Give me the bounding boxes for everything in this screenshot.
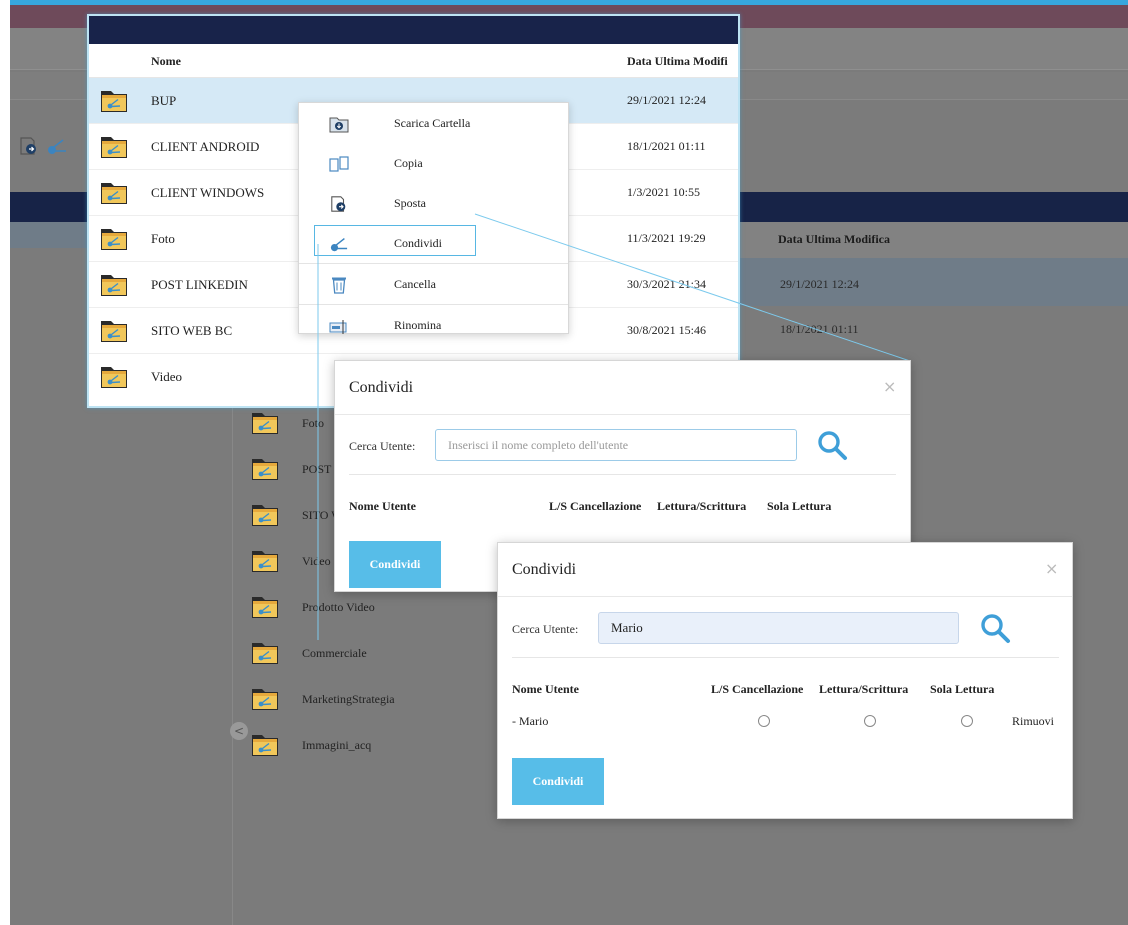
accent-line [10, 0, 1128, 5]
share-button[interactable]: Condividi [512, 758, 604, 805]
search-icon[interactable] [815, 428, 849, 462]
column-header-user: Nome Utente [349, 499, 416, 513]
folder-date: 30/8/2021 15:46 [627, 323, 707, 337]
close-icon[interactable]: × [883, 377, 896, 396]
menu-item-label: Scarica Cartella [394, 116, 471, 130]
share-icon[interactable] [46, 136, 68, 156]
shared-folder-icon [250, 501, 280, 529]
menu-item-rename[interactable]: Rinomina [299, 305, 568, 345]
search-user-input[interactable] [435, 429, 797, 461]
column-header-read-write: Lettura/Scrittura [819, 682, 909, 696]
folder-date: 30/3/2021 21:34 [627, 277, 707, 291]
search-icon[interactable] [978, 611, 1012, 645]
read-only-radio[interactable] [961, 715, 973, 727]
menu-item-label: Condividi [394, 236, 443, 250]
column-header-ls-delete: L/S Cancellazione [549, 499, 642, 513]
dialog-header: Condividi × [335, 361, 910, 415]
shared-folder-icon [250, 409, 280, 437]
folder-name: CLIENT WINDOWS [151, 185, 265, 200]
folder-date: 1/3/2021 10:55 [627, 185, 701, 199]
shared-folder-icon [250, 547, 280, 575]
column-header-date[interactable]: Data Ultima Modifi [627, 54, 740, 69]
shared-folder-icon [250, 593, 280, 621]
folder-name: CLIENT ANDROID [151, 139, 260, 154]
shared-folder-icon [250, 731, 280, 759]
folder-date: 11/3/2021 19:29 [627, 231, 706, 245]
list-item-label: Immagini_acq [302, 737, 372, 752]
download-folder-icon [329, 117, 349, 133]
share-icon [329, 235, 349, 253]
list-item-label: Video [302, 553, 331, 568]
read-write-radio[interactable] [864, 715, 876, 727]
move-icon[interactable] [18, 136, 40, 156]
folder-name: BUP [151, 93, 177, 108]
shared-folder-icon [250, 685, 280, 713]
list-item-label: Foto [302, 415, 325, 430]
file-row-date: 29/1/2021 12:24 [780, 277, 860, 291]
shared-folder-icon [250, 455, 280, 483]
shared-folder-icon [99, 179, 129, 207]
shared-folder-icon [99, 317, 129, 345]
rename-icon [329, 320, 347, 334]
folder-name: SITO WEB BC [151, 323, 233, 338]
divider [512, 657, 1059, 658]
menu-item-label: Rinomina [394, 318, 442, 332]
shared-folder-icon [99, 87, 129, 115]
remove-user-link[interactable]: Rimuovi [1012, 714, 1054, 729]
context-menu: Scarica Cartella Copia Sposta Condividi … [298, 102, 569, 334]
menu-item-copy[interactable]: Copia [299, 143, 568, 183]
menu-item-share[interactable]: Condividi [299, 223, 568, 263]
folder-table-header: Nome Data Ultima Modifi [89, 44, 738, 78]
toolbar [18, 136, 68, 156]
folder-date: 29/1/2021 12:24 [627, 93, 707, 107]
search-user-label: Cerca Utente: [349, 439, 416, 453]
dialog-title: Condividi [349, 379, 414, 396]
menu-item-download[interactable]: Scarica Cartella [299, 103, 568, 143]
collapse-sidebar-button[interactable]: < [230, 722, 248, 740]
ls-delete-radio[interactable] [758, 715, 770, 727]
copy-icon [329, 156, 349, 172]
search-user-input[interactable] [598, 612, 959, 644]
folder-name: Foto [151, 231, 175, 246]
column-header-date: Data Ultima Modifica [778, 232, 890, 246]
shared-folder-icon [99, 225, 129, 253]
share-dialog-with-user: Condividi × Cerca Utente: Nome Utente L/… [497, 542, 1073, 819]
column-header-user: Nome Utente [512, 682, 579, 696]
file-row-date: 18/1/2021 01:11 [780, 322, 859, 336]
dialog-header: Condividi × [498, 543, 1072, 597]
folder-date: 18/1/2021 01:11 [627, 139, 706, 153]
column-header-ls-delete: L/S Cancellazione [711, 682, 804, 696]
column-header-read-only: Sola Lettura [930, 682, 995, 696]
shared-user-name: - Mario [512, 714, 549, 728]
shared-folder-icon [250, 639, 280, 667]
list-item-label: MarketingStrategia [302, 691, 395, 706]
trash-icon [332, 277, 346, 294]
menu-item-delete[interactable]: Cancella [299, 264, 568, 304]
list-item-label: Prodotto Video [302, 599, 375, 614]
close-icon[interactable]: × [1045, 559, 1058, 578]
shared-folder-icon [99, 271, 129, 299]
menu-item-label: Sposta [394, 196, 427, 210]
folder-name: Video [151, 369, 182, 384]
popup-title-bar [89, 16, 738, 44]
dialog-title: Condividi [512, 561, 577, 578]
shared-folder-icon [99, 133, 129, 161]
menu-item-move[interactable]: Sposta [299, 183, 568, 223]
menu-item-label: Copia [394, 156, 423, 170]
column-header-read-only: Sola Lettura [767, 499, 832, 513]
share-button[interactable]: Condividi [349, 541, 441, 588]
column-header-name[interactable]: Nome [151, 54, 181, 69]
search-user-label: Cerca Utente: [512, 622, 579, 636]
move-icon [329, 195, 349, 213]
list-item-label: Commerciale [302, 645, 367, 660]
shared-folder-icon [99, 363, 129, 391]
folder-name: POST LINKEDIN [151, 277, 248, 292]
column-header-read-write: Lettura/Scrittura [657, 499, 747, 513]
divider [349, 474, 896, 475]
menu-item-label: Cancella [394, 277, 436, 291]
